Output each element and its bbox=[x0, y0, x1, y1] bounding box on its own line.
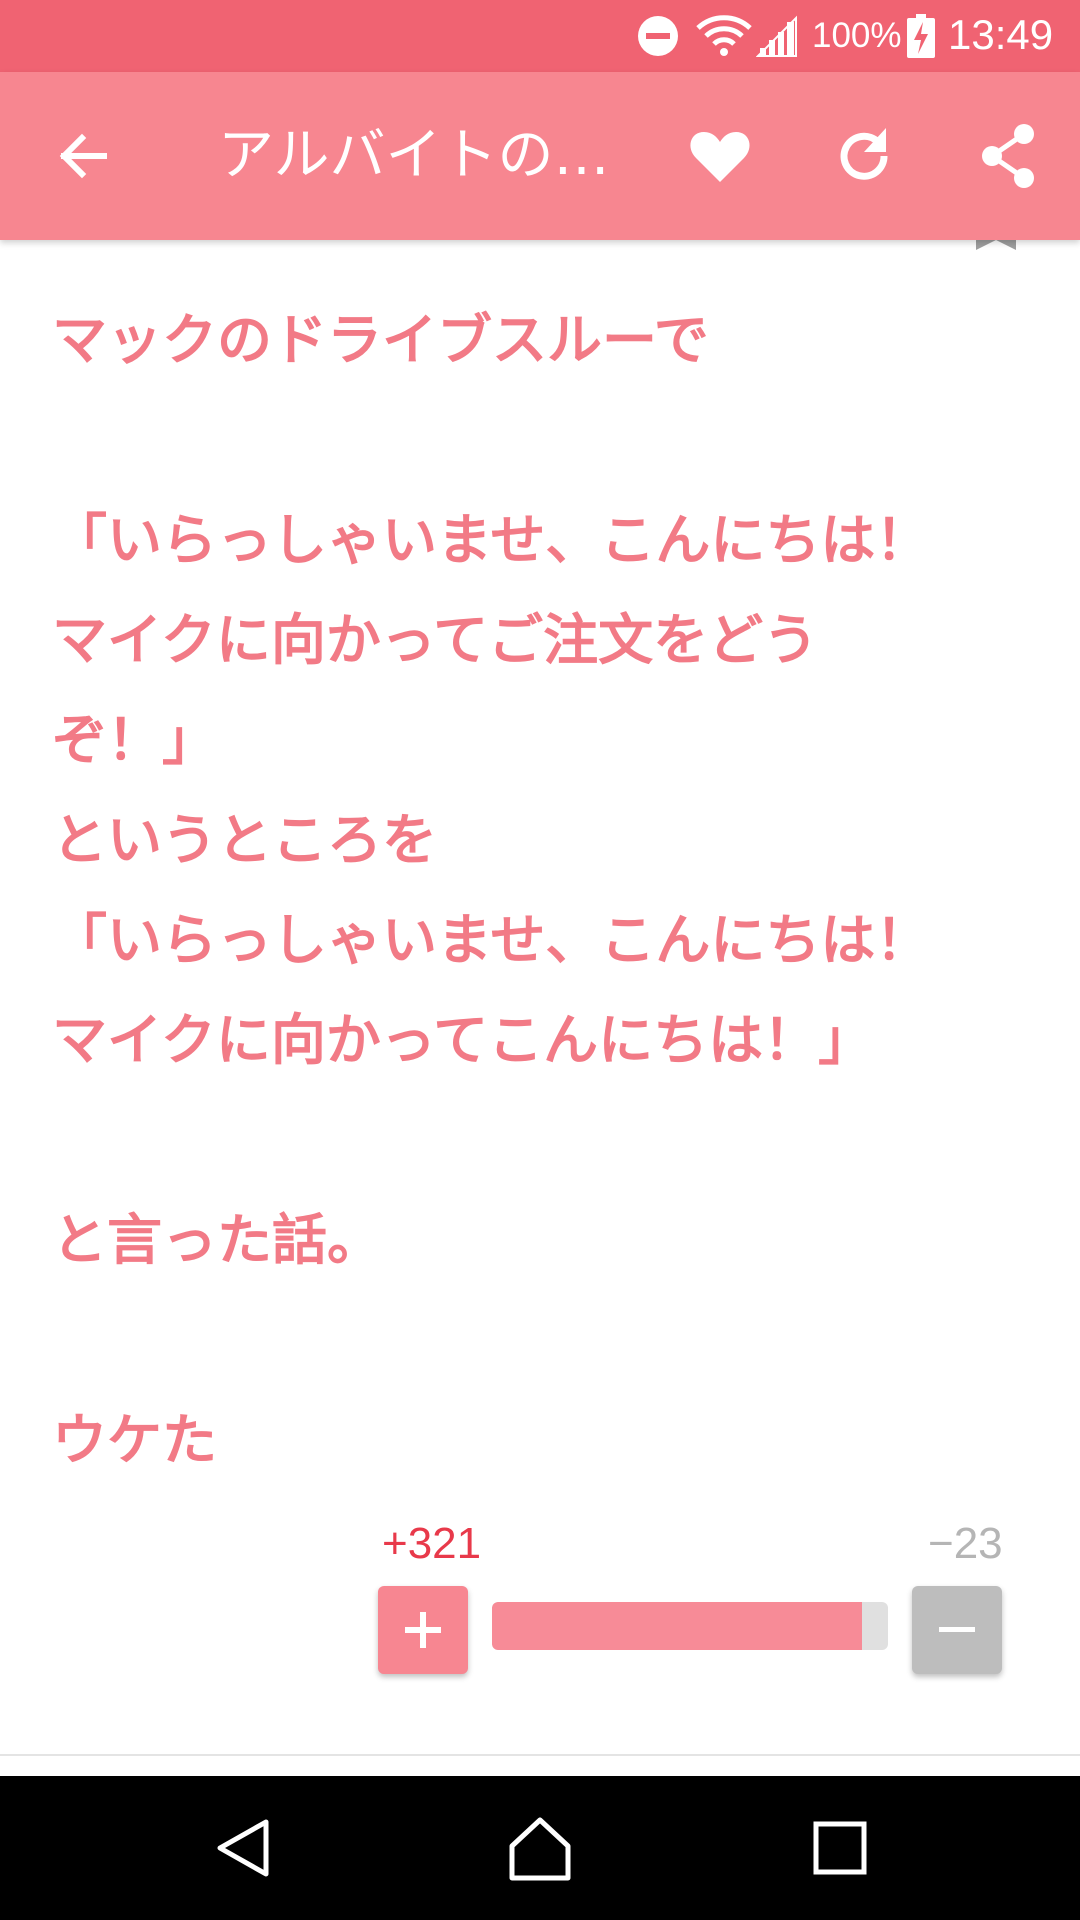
refresh-icon[interactable] bbox=[826, 118, 902, 194]
nav-recent-apps-icon[interactable] bbox=[804, 1812, 876, 1884]
page-title: アルバイトの… bbox=[218, 123, 610, 188]
post-line: マックのドライブスルーで bbox=[52, 308, 709, 372]
post-line: と言った話。 bbox=[52, 1208, 383, 1272]
nav-back-icon[interactable] bbox=[208, 1812, 280, 1884]
heart-icon[interactable] bbox=[682, 118, 758, 194]
post-line: 「いらっしゃいませ、こんにちは！ bbox=[52, 508, 931, 572]
post-line: マイクに向かってご注文をどう bbox=[52, 608, 819, 672]
clock: 13:49 bbox=[948, 11, 1054, 58]
back-arrow-icon[interactable] bbox=[46, 118, 122, 194]
navigation-bar bbox=[0, 1776, 1080, 1920]
post-line: ぞ！」 bbox=[52, 708, 218, 772]
signal-icon bbox=[756, 15, 797, 57]
wifi-icon bbox=[696, 15, 752, 56]
share-icon[interactable] bbox=[970, 118, 1046, 194]
post-body: マックのドライブスルーで 「いらっしゃいませ、こんにちは！ マイクに向かってご注… bbox=[52, 290, 1032, 1490]
app-bar: アルバイトの… bbox=[0, 72, 1080, 240]
battery-percent: 100% bbox=[812, 16, 902, 55]
post-line bbox=[52, 390, 1032, 490]
divider bbox=[0, 1754, 1080, 1756]
post-line: マイクに向かってこんにちは！」 bbox=[52, 1008, 874, 1072]
post-line: 「いらっしゃいませ、こんにちは！ bbox=[52, 908, 931, 972]
battery-charging-icon bbox=[907, 14, 935, 58]
minus-icon bbox=[939, 1627, 975, 1632]
post-line: ウケた bbox=[52, 1408, 218, 1472]
status-bar: 100% 13:49 bbox=[0, 0, 1080, 72]
vote-ratio-bar bbox=[492, 1602, 888, 1650]
vote-ratio-fill bbox=[492, 1602, 862, 1650]
downvote-button[interactable] bbox=[912, 1586, 1002, 1674]
nav-home-icon[interactable] bbox=[504, 1812, 576, 1884]
post-line bbox=[52, 1290, 1032, 1390]
post-line: というところを bbox=[52, 808, 438, 872]
plus-icon bbox=[405, 1612, 441, 1648]
upvote-count: +321 bbox=[382, 1519, 482, 1568]
downvote-count: −23 bbox=[928, 1519, 1003, 1568]
do-not-disturb-icon bbox=[638, 16, 678, 56]
post-line bbox=[52, 1090, 1032, 1190]
upvote-button[interactable] bbox=[378, 1586, 468, 1674]
